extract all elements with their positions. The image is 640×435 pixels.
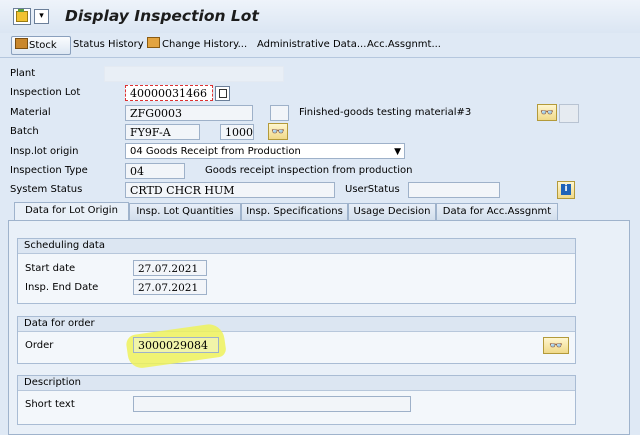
tab-data-for-acc-assgnmt[interactable]: Data for Acc.Assgnmt <box>436 203 558 220</box>
status-history-button[interactable]: Status History <box>70 36 147 53</box>
material-field[interactable]: ZFG0003 <box>125 105 253 121</box>
batch-label: Batch <box>10 126 39 137</box>
user-status-field[interactable] <box>408 182 500 198</box>
administrative-data-button[interactable]: Administrative Data... <box>254 36 369 53</box>
inspection-lot-label: Inspection Lot <box>10 87 81 98</box>
user-status-label: UserStatus <box>345 184 400 195</box>
glasses-icon: 👓 <box>549 339 563 352</box>
info-button[interactable]: i <box>557 181 575 199</box>
order-group-title: Data for order <box>18 317 575 332</box>
plant-field <box>104 66 284 82</box>
stock-icon <box>15 38 28 49</box>
application-toolbar: Stock Status History Change History... A… <box>0 33 640 58</box>
batch-field[interactable]: FY9F-A <box>125 124 200 140</box>
stock-button[interactable]: Stock <box>11 36 71 55</box>
glasses-icon: 👓 <box>271 125 285 138</box>
batch-quantity-field[interactable]: 1000 <box>220 124 254 140</box>
batch-display-button[interactable]: 👓 <box>268 123 288 140</box>
tab-insp-lot-quantities[interactable]: Insp. Lot Quantities <box>129 203 241 220</box>
acc-assgnmt-button[interactable]: Acc.Assgnmt... <box>364 36 444 53</box>
chevron-down-icon: ▼ <box>394 147 401 157</box>
origin-label: Insp.lot origin <box>10 146 79 157</box>
origin-select[interactable]: 04 Goods Receipt from Production ▼ <box>125 143 405 159</box>
order-display-button[interactable]: 👓 <box>543 337 569 354</box>
description-title: Description <box>18 376 575 391</box>
material-extra-field[interactable] <box>270 105 289 121</box>
copy-icon[interactable] <box>215 86 230 101</box>
glasses-icon: 👓 <box>540 106 554 119</box>
insp-end-date-field[interactable]: 27.07.2021 <box>133 279 207 295</box>
change-history-button[interactable]: Change History... <box>144 36 250 53</box>
inspection-type-label: Inspection Type <box>10 165 88 176</box>
order-label: Order <box>25 340 54 351</box>
scheduling-group: Scheduling data <box>17 238 576 304</box>
start-date-field[interactable]: 27.07.2021 <box>133 260 207 276</box>
order-field[interactable]: 3000029084 <box>133 337 219 353</box>
short-text-label: Short text <box>25 399 75 410</box>
tab-data-for-lot-origin[interactable]: Data for Lot Origin <box>14 202 129 220</box>
order-group: Data for order <box>17 316 576 364</box>
material-display-button[interactable]: 👓 <box>537 104 557 121</box>
menu-icon[interactable] <box>13 8 31 25</box>
tab-insp-specifications[interactable]: Insp. Specifications <box>241 203 348 220</box>
page-title: Display Inspection Lot <box>65 7 259 25</box>
inspection-type-description: Goods receipt inspection from production <box>205 165 413 176</box>
insp-end-date-label: Insp. End Date <box>25 282 99 293</box>
plant-label: Plant <box>10 68 36 79</box>
inspection-lot-field[interactable]: 40000031466 <box>125 85 213 101</box>
tab-usage-decision[interactable]: Usage Decision <box>348 203 436 220</box>
material-description: Finished-goods testing material#3 <box>299 107 472 118</box>
print-icon[interactable] <box>559 104 579 123</box>
info-icon: i <box>561 184 571 195</box>
material-label: Material <box>10 107 51 118</box>
short-text-field[interactable] <box>133 396 411 412</box>
title-bar: ▾ Display Inspection Lot <box>0 0 640 33</box>
start-date-label: Start date <box>25 263 76 274</box>
scheduling-title: Scheduling data <box>18 239 575 254</box>
change-history-icon <box>147 37 160 48</box>
dropdown-arrow-icon[interactable]: ▾ <box>34 9 49 24</box>
system-status-label: System Status <box>10 184 83 195</box>
system-status-field[interactable]: CRTD CHCR HUM <box>125 182 335 198</box>
inspection-type-field[interactable]: 04 <box>125 163 185 179</box>
